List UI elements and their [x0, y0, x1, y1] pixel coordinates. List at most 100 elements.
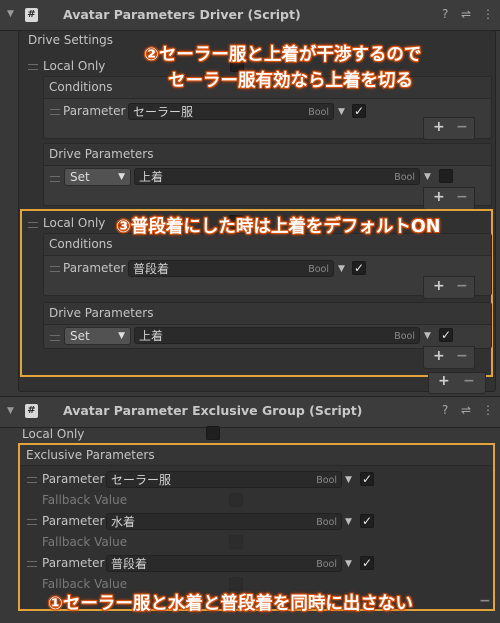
add-condition-button[interactable]: + [433, 278, 445, 294]
check-icon: ✓ [353, 261, 365, 275]
parameter-value: 普段着 [133, 262, 170, 276]
drag-handle-icon[interactable] [28, 222, 38, 228]
exclusive-group-header[interactable]: ▼ # Avatar Parameter Exclusive Group (Sc… [0, 396, 500, 428]
parameter-label: Parameter [42, 556, 105, 570]
remove-drive-setting-button[interactable]: − [463, 373, 475, 389]
parameter-field[interactable]: 水着 Bool [106, 513, 342, 530]
drag-handle-icon[interactable] [27, 519, 37, 525]
drive-parameter-dropdown-icon[interactable]: ▼ [424, 172, 431, 182]
drag-handle-icon[interactable] [50, 335, 60, 341]
check-icon: ✓ [361, 556, 373, 570]
exclusive-parameters-panel: Exclusive Parameters Parameter セーラー服 Boo… [18, 443, 495, 611]
preset-settings-icon[interactable]: ⇌ [461, 7, 471, 21]
drive-settings-footer: + − [428, 372, 486, 394]
annotation-2-line2: セーラー服有効なら上着を切る [168, 71, 413, 91]
add-drive-parameter-button[interactable]: + [433, 348, 445, 364]
drive-parameters-header: Drive Parameters [44, 144, 491, 166]
parameter-dropdown-icon[interactable]: ▼ [338, 264, 345, 274]
remove-condition-button[interactable]: − [456, 278, 468, 294]
foldout-arrow-icon[interactable]: ▼ [7, 406, 14, 416]
dropdown-arrow-icon: ▼ [118, 331, 125, 341]
parameter-checkbox[interactable]: ✓ [360, 472, 374, 486]
drag-handle-icon[interactable] [28, 64, 38, 70]
add-drive-setting-button[interactable]: + [438, 373, 450, 389]
more-menu-icon[interactable]: ⋮ [482, 7, 494, 21]
drive-parameter-value: 上着 [139, 170, 164, 184]
script-icon: # [25, 8, 38, 22]
drive-parameters-header: Drive Parameters [44, 303, 491, 325]
fallback-value-checkbox[interactable] [229, 535, 243, 549]
dropdown-arrow-icon: ▼ [118, 172, 125, 182]
condition-checkbox[interactable]: ✓ [352, 104, 366, 118]
check-icon: ✓ [353, 104, 365, 118]
parameter-label: Parameter [42, 514, 105, 528]
driver-component-header[interactable]: ▼ # Avatar Parameters Driver (Script) ? … [0, 0, 500, 31]
parameter-type: Bool [316, 559, 337, 570]
parameter-dropdown-icon[interactable]: ▼ [338, 107, 345, 117]
drag-handle-icon[interactable] [50, 176, 60, 182]
add-drive-parameter-button[interactable]: + [433, 189, 445, 205]
drag-handle-icon[interactable] [50, 109, 60, 115]
remove-exclusive-parameter-button[interactable]: − [479, 593, 491, 609]
parameter-type: Bool [308, 107, 329, 118]
add-condition-button[interactable]: + [433, 119, 445, 135]
script-icon: # [25, 404, 38, 418]
drive-mode-dropdown[interactable]: Set ▼ [64, 168, 131, 186]
drive-settings-label: Drive Settings [28, 33, 114, 47]
drag-handle-icon[interactable] [50, 266, 60, 272]
parameter-checkbox[interactable]: ✓ [360, 514, 374, 528]
parameter-dropdown-icon[interactable]: ▼ [345, 559, 352, 569]
drive-parameters-footer: + − [423, 346, 475, 369]
parameter-value: 水着 [111, 515, 136, 529]
parameter-field[interactable]: セーラー服 Bool [128, 103, 334, 120]
drive-mode-value: Set [70, 329, 90, 343]
condition-checkbox[interactable]: ✓ [352, 261, 366, 275]
parameter-field[interactable]: 普段着 Bool [128, 260, 334, 277]
local-only-label: Local Only [22, 427, 85, 441]
parameter-dropdown-icon[interactable]: ▼ [345, 475, 352, 485]
drag-handle-icon[interactable] [27, 477, 37, 483]
drive-mode-dropdown[interactable]: Set ▼ [64, 327, 131, 345]
remove-drive-parameter-button[interactable]: − [456, 189, 468, 205]
remove-drive-parameter-button[interactable]: − [456, 348, 468, 364]
parameter-dropdown-icon[interactable]: ▼ [345, 517, 352, 527]
more-menu-icon[interactable]: ⋮ [482, 403, 494, 417]
help-icon[interactable]: ? [442, 7, 448, 21]
fallback-value-label: Fallback Value [42, 577, 128, 591]
drive-mode-value: Set [70, 170, 90, 184]
parameter-type: Bool [316, 517, 337, 528]
fallback-value-checkbox[interactable] [229, 493, 243, 507]
parameter-checkbox[interactable]: ✓ [360, 556, 374, 570]
fallback-value-checkbox[interactable] [229, 577, 243, 591]
drive-parameters-footer: + − [423, 187, 475, 210]
local-only-label: Local Only [43, 216, 106, 230]
component-title: Avatar Parameter Exclusive Group (Script… [63, 403, 363, 418]
parameter-field[interactable]: 普段着 Bool [106, 555, 342, 572]
preset-settings-icon[interactable]: ⇌ [461, 403, 471, 417]
check-icon: ✓ [361, 514, 373, 528]
help-icon[interactable]: ? [442, 403, 448, 417]
parameter-value: セーラー服 [133, 105, 194, 119]
check-icon: ✓ [361, 472, 373, 486]
drive-parameter-dropdown-icon[interactable]: ▼ [424, 331, 431, 341]
foldout-arrow-icon[interactable]: ▼ [7, 9, 14, 19]
drive-parameter-field[interactable]: 上着 Bool [134, 168, 420, 185]
annotation-2-line1: ②セーラー服と上着が干渉するので [144, 45, 422, 65]
parameter-field[interactable]: セーラー服 Bool [106, 471, 342, 488]
local-only-checkbox[interactable] [206, 426, 220, 440]
drag-handle-icon[interactable] [27, 561, 37, 567]
drive-parameter-field[interactable]: 上着 Bool [134, 327, 420, 344]
drive-value-checkbox[interactable]: ✓ [439, 328, 453, 342]
parameter-value: 普段着 [111, 557, 148, 571]
fallback-value-label: Fallback Value [42, 493, 128, 507]
drive-parameters-box: Drive Parameters Set ▼ 上着 Bool ▼ ✓ [43, 302, 492, 349]
parameter-label: Parameter [63, 261, 126, 275]
drive-parameter-type: Bool [394, 172, 415, 183]
parameter-type: Bool [308, 264, 329, 275]
annotation-1: ①セーラー服と水着と普段着を同時に出さない [48, 594, 413, 614]
remove-condition-button[interactable]: − [456, 119, 468, 135]
drive-value-checkbox[interactable] [439, 169, 453, 183]
local-only-label: Local Only [43, 59, 106, 73]
parameter-label: Parameter [63, 104, 126, 118]
check-icon: ✓ [440, 328, 452, 342]
